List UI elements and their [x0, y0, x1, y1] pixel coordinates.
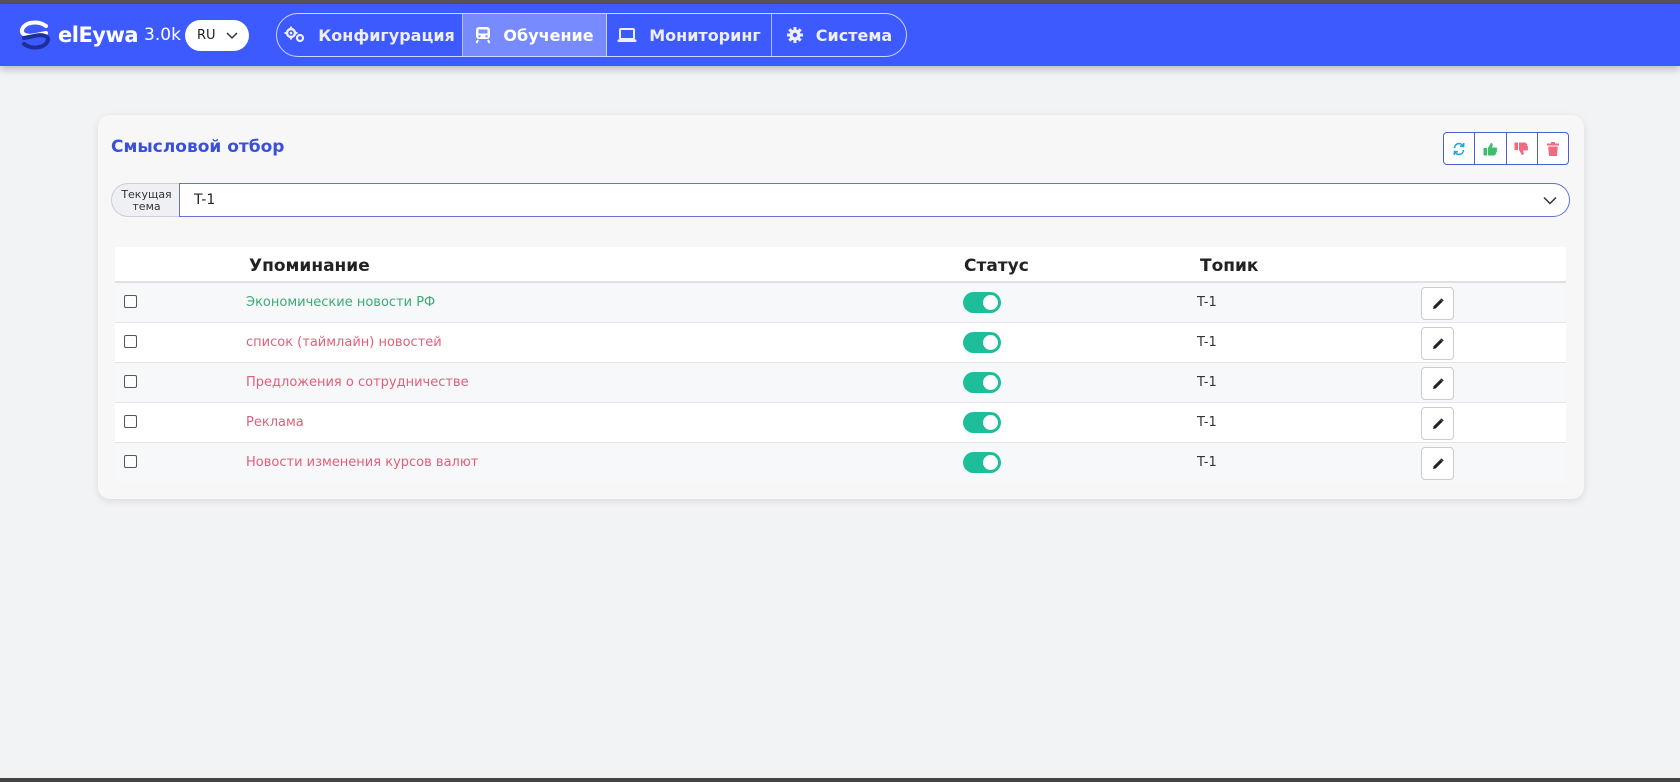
bottom-border [0, 778, 1680, 782]
mention-text[interactable]: список (таймлайн) новостей [246, 335, 442, 350]
current-theme-select[interactable]: T-1 [179, 183, 1570, 217]
gears-icon [284, 26, 305, 43]
edit-button[interactable] [1421, 407, 1454, 440]
pencil-icon [1432, 417, 1444, 429]
mention-text[interactable]: Предложения о сотрудничестве [246, 375, 469, 390]
status-toggle[interactable] [963, 412, 1001, 433]
brand-version: 3.0k [144, 25, 181, 45]
status-toggle[interactable] [963, 452, 1001, 473]
status-toggle[interactable] [963, 292, 1001, 313]
table-header: Упоминание Статус Топик [115, 247, 1566, 283]
chevron-down-icon [1543, 196, 1557, 205]
train-icon [476, 27, 491, 44]
delete-button[interactable] [1538, 133, 1568, 164]
status-toggle[interactable] [963, 332, 1001, 353]
language-select[interactable]: RU [185, 20, 249, 51]
edit-button[interactable] [1421, 367, 1454, 400]
pencil-icon [1432, 297, 1444, 309]
pencil-icon [1432, 377, 1444, 389]
gear-icon [786, 27, 803, 43]
row-checkbox[interactable] [124, 335, 137, 348]
card-actions [1443, 132, 1569, 165]
laptop-icon [617, 28, 637, 42]
topic-text: T-1 [1197, 335, 1217, 350]
brand[interactable]: elEywa 3.0k [16, 14, 181, 56]
table-row: Новости изменения курсов валют T-1 [115, 443, 1566, 483]
thumbs-up-icon [1483, 142, 1498, 155]
mentions-table: Упоминание Статус Топик Экономические но… [115, 247, 1566, 483]
brand-name: elEywa [58, 23, 139, 47]
topic-text: T-1 [1197, 455, 1217, 470]
row-checkbox[interactable] [124, 375, 137, 388]
current-theme-row: Текущая тема T-1 [111, 183, 1570, 217]
topic-text: T-1 [1197, 375, 1217, 390]
trash-icon [1546, 141, 1559, 156]
tab-configuration-label: Конфигурация [318, 25, 455, 45]
pencil-icon [1432, 457, 1444, 469]
dislike-button[interactable] [1507, 133, 1538, 164]
header-mention: Упоминание [249, 256, 370, 276]
tab-monitoring-label: Мониторинг [649, 25, 761, 45]
edit-button[interactable] [1421, 327, 1454, 360]
tab-training[interactable]: Обучение [463, 14, 607, 56]
like-button[interactable] [1475, 133, 1507, 164]
mention-text[interactable]: Реклама [246, 415, 304, 430]
table-row: Реклама T-1 [115, 403, 1566, 443]
table-row: Экономические новости РФ T-1 [115, 283, 1566, 323]
row-checkbox[interactable] [124, 295, 137, 308]
thumbs-down-icon [1514, 142, 1529, 155]
tab-configuration[interactable]: Конфигурация [277, 14, 463, 56]
status-toggle[interactable] [963, 372, 1001, 393]
row-checkbox[interactable] [124, 415, 137, 428]
tab-monitoring[interactable]: Мониторинг [607, 14, 772, 56]
edit-button[interactable] [1421, 287, 1454, 320]
table-row: Предложения о сотрудничестве T-1 [115, 363, 1566, 403]
chevron-down-icon [226, 32, 238, 40]
semantic-selection-card: Смысловой отбор Текущая тема T-1 Упомина… [98, 115, 1584, 499]
navbar: elEywa 3.0k RU Конфигурация Обучение Мон… [0, 4, 1680, 66]
table-row: список (таймлайн) новостей T-1 [115, 323, 1566, 363]
card-title: Смысловой отбор [111, 137, 285, 157]
edit-button[interactable] [1421, 447, 1454, 480]
tab-system[interactable]: Система [772, 14, 906, 56]
header-status: Статус [964, 256, 1029, 276]
row-checkbox[interactable] [124, 455, 137, 468]
tab-system-label: Система [815, 25, 893, 45]
tab-training-label: Обучение [503, 25, 594, 45]
current-theme-label-line2: тема [132, 200, 161, 213]
main-tabs: Конфигурация Обучение Мониторинг Система [276, 13, 907, 57]
current-theme-label: Текущая тема [111, 183, 181, 217]
refresh-button[interactable] [1444, 133, 1476, 164]
refresh-icon [1453, 142, 1465, 155]
header-topic: Топик [1200, 256, 1259, 276]
topic-text: T-1 [1197, 415, 1217, 430]
pencil-icon [1432, 337, 1444, 349]
mention-text[interactable]: Экономические новости РФ [246, 295, 435, 310]
topic-text: T-1 [1197, 295, 1217, 310]
table-body: Экономические новости РФ T-1 список (тай… [115, 283, 1566, 483]
language-value: RU [197, 28, 216, 43]
mention-text[interactable]: Новости изменения курсов валют [246, 455, 478, 470]
current-theme-value: T-1 [194, 192, 216, 208]
logo-icon [19, 20, 51, 50]
